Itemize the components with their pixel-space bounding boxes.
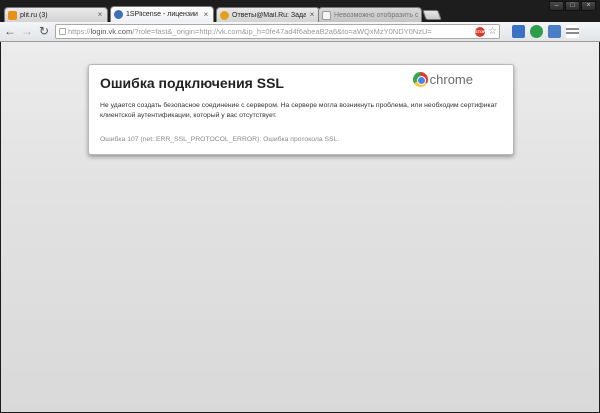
lock-icon — [59, 28, 66, 35]
tab-label: 1SPlicense - лицензии на ПО — [126, 11, 200, 18]
browser-window: plit.ru (3) × 1SPlicense - лицензии на П… — [0, 0, 600, 413]
new-tab-button[interactable] — [422, 10, 442, 20]
tab-strip: plit.ru (3) × 1SPlicense - лицензии на П… — [0, 0, 600, 22]
wrench-menu-icon[interactable] — [566, 25, 579, 38]
window-controls: – □ × — [549, 1, 596, 11]
page-favicon-icon — [322, 10, 331, 20]
chrome-logo-icon — [412, 72, 428, 87]
error-description: Не удается создать безопасное соединение… — [100, 102, 498, 119]
tab-label: Ответы@Mail.Ru: Задать в — [232, 11, 306, 19]
forward-button[interactable]: → — [20, 24, 34, 39]
translate-extension-icon[interactable] — [512, 25, 525, 38]
url-host: login.vk.com — [90, 27, 133, 36]
error-title: Ошибка подключения SSL — [100, 75, 284, 91]
tab-close-icon[interactable]: × — [202, 10, 210, 19]
tab-label: plit.ru (3) — [20, 11, 48, 19]
reload-button[interactable]: ↻ — [37, 24, 51, 39]
address-bar[interactable]: https://login.vk.com/?role=fast&_origin=… — [55, 24, 500, 39]
mailru-favicon-icon — [220, 10, 229, 20]
tab-error-page[interactable]: Невозможно отобразить ст — [318, 7, 422, 22]
minimize-button[interactable]: – — [549, 1, 564, 11]
chrome-wordmark: chrome — [429, 72, 473, 87]
chrome-brand: chrome — [412, 72, 473, 87]
tab-mailru-answers[interactable]: Ответы@Mail.Ru: Задать в × — [216, 7, 320, 22]
close-window-button[interactable]: × — [581, 1, 596, 11]
tab-label: Невозможно отобразить ст — [334, 11, 418, 19]
ssl-error-card: Ошибка подключения SSL chrome Не удается… — [88, 64, 514, 155]
1splicense-favicon-icon — [114, 10, 123, 19]
tab-plit[interactable]: plit.ru (3) × — [4, 7, 108, 22]
save-extension-icon[interactable] — [548, 25, 561, 38]
bookmark-star-icon[interactable]: ☆ — [488, 25, 497, 38]
plit-favicon-icon — [8, 10, 17, 20]
tab-1splicense[interactable]: 1SPlicense - лицензии на ПО × — [110, 6, 214, 22]
tab-close-icon[interactable]: × — [96, 11, 104, 19]
url-scheme: https:// — [68, 27, 91, 36]
toolbar: ← → ↻ https://login.vk.com/?role=fast&_o… — [0, 22, 600, 42]
page-content: Ошибка подключения SSL chrome Не удается… — [1, 42, 599, 412]
maximize-button[interactable]: □ — [565, 1, 580, 11]
tab-close-icon[interactable]: × — [308, 11, 316, 19]
url-path: /?role=fast&_origin=http://vk.com&ip_h=0… — [132, 27, 432, 36]
green-extension-icon[interactable] — [530, 25, 543, 38]
error-code: Ошибка 107 (net::ERR_SSL_PROTOCOL_ERROR)… — [100, 136, 340, 143]
stop-sign-icon[interactable]: STOP — [475, 27, 486, 37]
back-button[interactable]: ← — [3, 24, 17, 39]
